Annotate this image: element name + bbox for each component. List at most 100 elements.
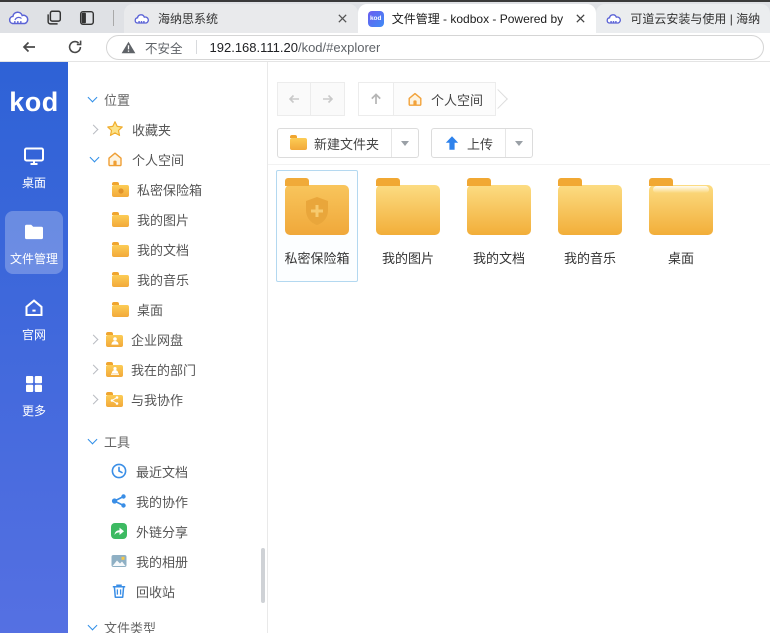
- folder-icon: [290, 138, 307, 150]
- tab-title: 海纳思系统: [158, 10, 329, 27]
- tree-item-my-albums[interactable]: 我的相册: [68, 546, 267, 576]
- chevron-down-icon: [401, 141, 409, 146]
- grid-item-desktop[interactable]: 桌面: [640, 170, 722, 282]
- history-forward-button[interactable]: [311, 82, 345, 116]
- folder-grid: 私密保险箱 我的图片 我的文档 我的音乐 桌面: [268, 165, 770, 282]
- chevron-right-icon: [90, 335, 98, 343]
- sidebar-item-desktop[interactable]: 桌面: [5, 135, 63, 198]
- upload-label: 上传: [467, 134, 493, 153]
- grid-icon: [22, 372, 46, 396]
- folder-name: 桌面: [668, 248, 694, 267]
- folder-group-icon: [106, 365, 123, 377]
- folder-icon: [112, 245, 129, 257]
- history-back-button[interactable]: [277, 82, 311, 116]
- tree-item-shared-with-me[interactable]: 与我协作: [68, 384, 267, 414]
- chevron-right-icon: [90, 365, 98, 373]
- tab-title: 可道云安装与使用 | 海纳思: [630, 10, 760, 27]
- folder-user-icon: [106, 335, 123, 347]
- tree-item-label: 回收站: [136, 582, 175, 601]
- kod-logo: kod: [9, 82, 59, 122]
- star-icon: [106, 120, 124, 138]
- close-icon[interactable]: [337, 13, 348, 24]
- tree-section-location[interactable]: 位置: [68, 84, 267, 114]
- tree-item-recent-documents[interactable]: 最近文档: [68, 456, 267, 486]
- close-icon[interactable]: [575, 13, 586, 24]
- folder-icon: [649, 185, 713, 235]
- address-url: 192.168.111.20/kod/#explorer: [210, 40, 381, 55]
- folder-tree-panel: 位置 收藏夹 个人空间 私密保险箱 我的图片: [68, 62, 268, 633]
- explorer-toolbar: 新建文件夹 上传: [268, 116, 770, 158]
- tree-scrollbar[interactable]: [261, 548, 265, 603]
- grid-item-my-documents[interactable]: 我的文档: [458, 170, 540, 282]
- upload-arrow-icon: [444, 135, 460, 151]
- tree-item-label: 外链分享: [136, 522, 188, 541]
- vertical-tabs-icon[interactable]: [78, 9, 96, 27]
- grid-item-my-pictures[interactable]: 我的图片: [367, 170, 449, 282]
- workspaces-icon[interactable]: [45, 9, 63, 27]
- tree-item-label: 私密保险箱: [137, 180, 202, 199]
- tree-item-label: 桌面: [137, 300, 163, 319]
- folder-icon: [467, 185, 531, 235]
- tree-item-label: 个人空间: [132, 150, 184, 169]
- refresh-button[interactable]: [62, 35, 88, 59]
- tree-item-label: 收藏夹: [132, 120, 171, 139]
- breadcrumb-current[interactable]: 个人空间: [394, 82, 496, 116]
- tree-item-my-music[interactable]: 我的音乐: [68, 264, 267, 294]
- tree-item-label: 企业网盘: [131, 330, 183, 349]
- tree-item-my-department[interactable]: 我在的部门: [68, 354, 267, 384]
- sidebar-item-label: 官网: [22, 326, 46, 343]
- upload-dropdown[interactable]: [505, 129, 532, 157]
- upload-main[interactable]: 上传: [432, 129, 505, 157]
- up-directory-button[interactable]: [358, 82, 394, 116]
- tree-item-desktop-folder[interactable]: 桌面: [68, 294, 267, 324]
- tab-title: 文件管理 - kodbox - Powered by: [392, 10, 568, 27]
- address-input[interactable]: 不安全 192.168.111.20/kod/#explorer: [106, 35, 764, 60]
- folder-share-icon: [106, 395, 123, 407]
- breadcrumb-label: 个人空间: [431, 90, 483, 109]
- cloud-favicon-icon: [134, 13, 150, 25]
- upload-button[interactable]: 上传: [431, 128, 533, 158]
- tree-section-file-types[interactable]: 文件类型: [68, 612, 267, 633]
- grid-item-safe-box[interactable]: 私密保险箱: [276, 170, 358, 282]
- browser-tab-kodbox[interactable]: kod 文件管理 - kodbox - Powered by: [358, 4, 597, 33]
- tree-section-tools[interactable]: 工具: [68, 426, 267, 456]
- folder-name: 我的文档: [473, 248, 525, 267]
- new-folder-button[interactable]: 新建文件夹: [277, 128, 419, 158]
- tree-item-external-share[interactable]: 外链分享: [68, 516, 267, 546]
- new-folder-main[interactable]: 新建文件夹: [278, 129, 391, 157]
- chevron-down-icon: [88, 437, 96, 445]
- browser-tab-hinas[interactable]: 海纳思系统: [124, 4, 358, 33]
- address-divider: [196, 40, 197, 54]
- tree-item-personal-space[interactable]: 个人空间: [68, 144, 267, 174]
- sidebar-item-website[interactable]: 官网: [5, 287, 63, 350]
- page-content: kod 桌面 文件管理 官网 更多: [0, 62, 770, 633]
- chevron-down-icon: [88, 95, 96, 103]
- sidebar-item-file-manager[interactable]: 文件管理: [5, 211, 63, 274]
- tree-item-recycle-bin[interactable]: 回收站: [68, 576, 267, 606]
- tree-item-my-collaboration[interactable]: 我的协作: [68, 486, 267, 516]
- grid-item-my-music[interactable]: 我的音乐: [549, 170, 631, 282]
- tree-item-label: 我的图片: [137, 210, 189, 229]
- folder-icon: [558, 185, 622, 235]
- tree-section-label: 工具: [104, 432, 130, 451]
- sidebar-item-more[interactable]: 更多: [5, 363, 63, 426]
- tree-item-enterprise-drive[interactable]: 企业网盘: [68, 324, 267, 354]
- browser-address-bar: 不安全 192.168.111.20/kod/#explorer: [0, 33, 770, 62]
- new-folder-dropdown[interactable]: [391, 129, 418, 157]
- folder-name: 私密保险箱: [284, 248, 349, 267]
- tree-item-safe-box[interactable]: 私密保险箱: [68, 174, 267, 204]
- breadcrumb-group: 个人空间: [358, 82, 505, 116]
- browser-tab-kodcloud-docs[interactable]: 可道云安装与使用 | 海纳思: [596, 4, 770, 33]
- security-label[interactable]: 不安全: [145, 38, 183, 57]
- tree-item-label: 我的协作: [136, 492, 188, 511]
- folder-name: 我的音乐: [564, 248, 616, 267]
- tree-item-favorites[interactable]: 收藏夹: [68, 114, 267, 144]
- tree-item-my-documents[interactable]: 我的文档: [68, 234, 267, 264]
- browser-chrome-icons: [0, 2, 124, 33]
- new-folder-label: 新建文件夹: [314, 134, 379, 153]
- back-button[interactable]: [16, 35, 42, 59]
- tree-item-label: 与我协作: [131, 390, 183, 409]
- photo-album-icon: [110, 552, 128, 570]
- tree-item-my-pictures[interactable]: 我的图片: [68, 204, 267, 234]
- hinas-cloud-logo-icon[interactable]: [8, 10, 30, 26]
